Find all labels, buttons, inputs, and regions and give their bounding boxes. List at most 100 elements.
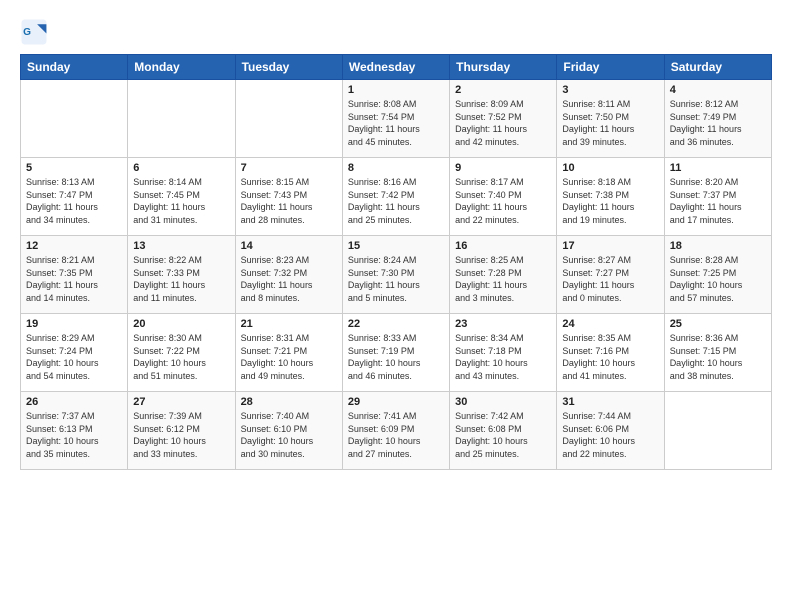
- header: G: [20, 18, 772, 46]
- day-number: 20: [133, 318, 229, 330]
- day-info: Sunrise: 8:24 AM Sunset: 7:30 PM Dayligh…: [348, 254, 444, 304]
- day-number: 8: [348, 162, 444, 174]
- day-cell: 14 Sunrise: 8:23 AM Sunset: 7:32 PM Dayli…: [235, 236, 342, 314]
- day-cell: 5Sunrise: 8:13 AM Sunset: 7:47 PM Daylig…: [21, 158, 128, 236]
- day-cell: 30 Sunrise: 7:42 AM Sunset: 6:08 PM Dayli…: [450, 392, 557, 470]
- day-number: 21: [241, 318, 337, 330]
- day-cell: 8 Sunrise: 8:16 AM Sunset: 7:42 PM Daylig…: [342, 158, 449, 236]
- day-info: Sunrise: 8:21 AM Sunset: 7:35 PM Dayligh…: [26, 254, 122, 304]
- day-cell: 26 Sunrise: 7:37 AM Sunset: 6:13 PM Dayli…: [21, 392, 128, 470]
- day-cell: 19Sunrise: 8:29 AM Sunset: 7:24 PM Dayli…: [21, 314, 128, 392]
- day-number: 11: [670, 162, 766, 174]
- day-number: 24: [562, 318, 658, 330]
- day-cell: 9 Sunrise: 8:17 AM Sunset: 7:40 PM Daylig…: [450, 158, 557, 236]
- logo: G: [20, 18, 52, 46]
- col-header-monday: Monday: [128, 55, 235, 80]
- day-number: 31: [562, 396, 658, 408]
- day-info: Sunrise: 7:37 AM Sunset: 6:13 PM Dayligh…: [26, 410, 122, 460]
- day-info: Sunrise: 8:13 AM Sunset: 7:47 PM Dayligh…: [26, 176, 122, 226]
- day-number: 22: [348, 318, 444, 330]
- page: G SundayMondayTuesdayWednesdayThursdayFr…: [0, 0, 792, 612]
- week-row-1: 1 Sunrise: 8:08 AM Sunset: 7:54 PM Daylig…: [21, 80, 772, 158]
- day-info: Sunrise: 8:20 AM Sunset: 7:37 PM Dayligh…: [670, 176, 766, 226]
- day-number: 15: [348, 240, 444, 252]
- day-number: 18: [670, 240, 766, 252]
- day-info: Sunrise: 8:29 AM Sunset: 7:24 PM Dayligh…: [26, 332, 122, 382]
- day-cell: 24 Sunrise: 8:35 AM Sunset: 7:16 PM Dayli…: [557, 314, 664, 392]
- day-cell: 6 Sunrise: 8:14 AM Sunset: 7:45 PM Daylig…: [128, 158, 235, 236]
- day-info: Sunrise: 8:34 AM Sunset: 7:18 PM Dayligh…: [455, 332, 551, 382]
- day-cell: 17 Sunrise: 8:27 AM Sunset: 7:27 PM Dayli…: [557, 236, 664, 314]
- day-number: 28: [241, 396, 337, 408]
- day-info: Sunrise: 7:44 AM Sunset: 6:06 PM Dayligh…: [562, 410, 658, 460]
- day-info: Sunrise: 8:23 AM Sunset: 7:32 PM Dayligh…: [241, 254, 337, 304]
- day-number: 17: [562, 240, 658, 252]
- day-number: 9: [455, 162, 551, 174]
- day-info: Sunrise: 7:42 AM Sunset: 6:08 PM Dayligh…: [455, 410, 551, 460]
- day-info: Sunrise: 8:25 AM Sunset: 7:28 PM Dayligh…: [455, 254, 551, 304]
- day-number: 10: [562, 162, 658, 174]
- day-info: Sunrise: 8:15 AM Sunset: 7:43 PM Dayligh…: [241, 176, 337, 226]
- day-number: 26: [26, 396, 122, 408]
- day-cell: 15 Sunrise: 8:24 AM Sunset: 7:30 PM Dayli…: [342, 236, 449, 314]
- day-cell: 31 Sunrise: 7:44 AM Sunset: 6:06 PM Dayli…: [557, 392, 664, 470]
- day-cell: 7 Sunrise: 8:15 AM Sunset: 7:43 PM Daylig…: [235, 158, 342, 236]
- day-info: Sunrise: 8:08 AM Sunset: 7:54 PM Dayligh…: [348, 98, 444, 148]
- day-info: Sunrise: 7:41 AM Sunset: 6:09 PM Dayligh…: [348, 410, 444, 460]
- day-cell: 11 Sunrise: 8:20 AM Sunset: 7:37 PM Dayli…: [664, 158, 771, 236]
- day-cell: 25 Sunrise: 8:36 AM Sunset: 7:15 PM Dayli…: [664, 314, 771, 392]
- day-number: 4: [670, 84, 766, 96]
- col-header-wednesday: Wednesday: [342, 55, 449, 80]
- day-info: Sunrise: 8:14 AM Sunset: 7:45 PM Dayligh…: [133, 176, 229, 226]
- day-info: Sunrise: 8:18 AM Sunset: 7:38 PM Dayligh…: [562, 176, 658, 226]
- day-info: Sunrise: 7:40 AM Sunset: 6:10 PM Dayligh…: [241, 410, 337, 460]
- day-number: 3: [562, 84, 658, 96]
- week-row-5: 26 Sunrise: 7:37 AM Sunset: 6:13 PM Dayli…: [21, 392, 772, 470]
- day-number: 6: [133, 162, 229, 174]
- day-cell: 27 Sunrise: 7:39 AM Sunset: 6:12 PM Dayli…: [128, 392, 235, 470]
- calendar-table: SundayMondayTuesdayWednesdayThursdayFrid…: [20, 54, 772, 470]
- svg-text:G: G: [23, 27, 31, 38]
- week-row-3: 12Sunrise: 8:21 AM Sunset: 7:35 PM Dayli…: [21, 236, 772, 314]
- day-number: 7: [241, 162, 337, 174]
- day-number: 14: [241, 240, 337, 252]
- day-info: Sunrise: 8:09 AM Sunset: 7:52 PM Dayligh…: [455, 98, 551, 148]
- day-number: 1: [348, 84, 444, 96]
- day-cell: 16 Sunrise: 8:25 AM Sunset: 7:28 PM Dayli…: [450, 236, 557, 314]
- day-cell: 10 Sunrise: 8:18 AM Sunset: 7:38 PM Dayli…: [557, 158, 664, 236]
- day-number: 13: [133, 240, 229, 252]
- day-info: Sunrise: 8:17 AM Sunset: 7:40 PM Dayligh…: [455, 176, 551, 226]
- header-row: SundayMondayTuesdayWednesdayThursdayFrid…: [21, 55, 772, 80]
- day-info: Sunrise: 8:30 AM Sunset: 7:22 PM Dayligh…: [133, 332, 229, 382]
- day-cell: [21, 80, 128, 158]
- day-info: Sunrise: 8:12 AM Sunset: 7:49 PM Dayligh…: [670, 98, 766, 148]
- day-cell: 12Sunrise: 8:21 AM Sunset: 7:35 PM Dayli…: [21, 236, 128, 314]
- day-cell: [128, 80, 235, 158]
- day-cell: 28 Sunrise: 7:40 AM Sunset: 6:10 PM Dayli…: [235, 392, 342, 470]
- day-info: Sunrise: 8:16 AM Sunset: 7:42 PM Dayligh…: [348, 176, 444, 226]
- day-info: Sunrise: 8:28 AM Sunset: 7:25 PM Dayligh…: [670, 254, 766, 304]
- day-cell: 29Sunrise: 7:41 AM Sunset: 6:09 PM Dayli…: [342, 392, 449, 470]
- day-number: 2: [455, 84, 551, 96]
- col-header-sunday: Sunday: [21, 55, 128, 80]
- day-cell: 13 Sunrise: 8:22 AM Sunset: 7:33 PM Dayli…: [128, 236, 235, 314]
- day-info: Sunrise: 8:35 AM Sunset: 7:16 PM Dayligh…: [562, 332, 658, 382]
- day-info: Sunrise: 8:27 AM Sunset: 7:27 PM Dayligh…: [562, 254, 658, 304]
- logo-icon: G: [20, 18, 48, 46]
- day-cell: 21Sunrise: 8:31 AM Sunset: 7:21 PM Dayli…: [235, 314, 342, 392]
- day-number: 16: [455, 240, 551, 252]
- day-info: Sunrise: 8:22 AM Sunset: 7:33 PM Dayligh…: [133, 254, 229, 304]
- day-number: 27: [133, 396, 229, 408]
- day-info: Sunrise: 7:39 AM Sunset: 6:12 PM Dayligh…: [133, 410, 229, 460]
- day-info: Sunrise: 8:11 AM Sunset: 7:50 PM Dayligh…: [562, 98, 658, 148]
- day-info: Sunrise: 8:36 AM Sunset: 7:15 PM Dayligh…: [670, 332, 766, 382]
- week-row-2: 5Sunrise: 8:13 AM Sunset: 7:47 PM Daylig…: [21, 158, 772, 236]
- day-number: 30: [455, 396, 551, 408]
- day-cell: [664, 392, 771, 470]
- day-cell: 3 Sunrise: 8:11 AM Sunset: 7:50 PM Daylig…: [557, 80, 664, 158]
- day-cell: [235, 80, 342, 158]
- day-number: 25: [670, 318, 766, 330]
- day-number: 23: [455, 318, 551, 330]
- day-cell: 4 Sunrise: 8:12 AM Sunset: 7:49 PM Daylig…: [664, 80, 771, 158]
- col-header-saturday: Saturday: [664, 55, 771, 80]
